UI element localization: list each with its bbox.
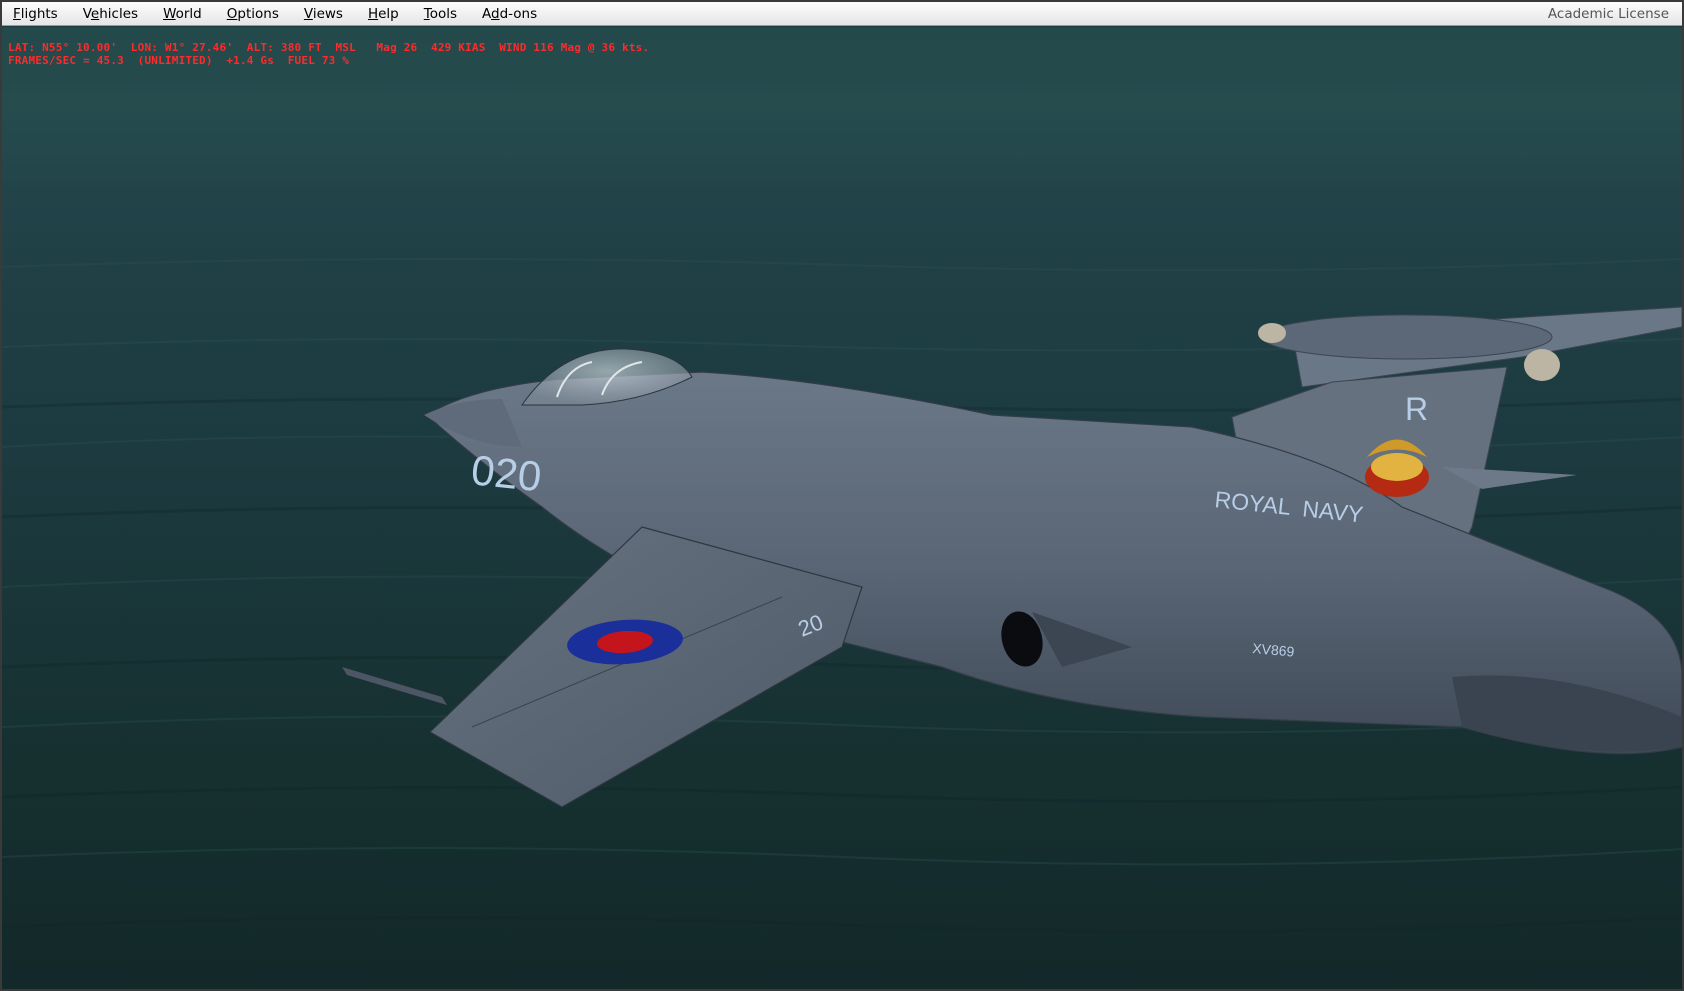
menu-help[interactable]: Help xyxy=(368,4,399,24)
far-wing-pod xyxy=(1261,314,1553,360)
tail-letter: R xyxy=(1405,391,1428,427)
menu-views[interactable]: Views xyxy=(304,4,343,24)
menu-flights[interactable]: Flights xyxy=(13,4,58,24)
near-wing xyxy=(429,526,863,808)
buccaneer-aircraft: 020 20 R ROYAL NAVY XV869 xyxy=(342,306,1682,808)
scenery-viewport[interactable]: LAT: N55° 10.00' LON: W1° 27.46' ALT: 38… xyxy=(2,27,1682,989)
license-label: Academic License xyxy=(1547,6,1669,22)
menu-bar: Flights Vehicles World Options Views Hel… xyxy=(2,2,1682,26)
simulator-window: Flights Vehicles World Options Views Hel… xyxy=(0,0,1684,991)
menu-options[interactable]: Options xyxy=(227,4,279,24)
menu-world[interactable]: World xyxy=(163,4,202,24)
nose-number: 020 xyxy=(469,446,544,500)
menu-add-ons[interactable]: Add-ons xyxy=(482,4,537,24)
menu-tools[interactable]: Tools xyxy=(424,4,457,24)
menu-vehicles[interactable]: Vehicles xyxy=(83,4,138,24)
